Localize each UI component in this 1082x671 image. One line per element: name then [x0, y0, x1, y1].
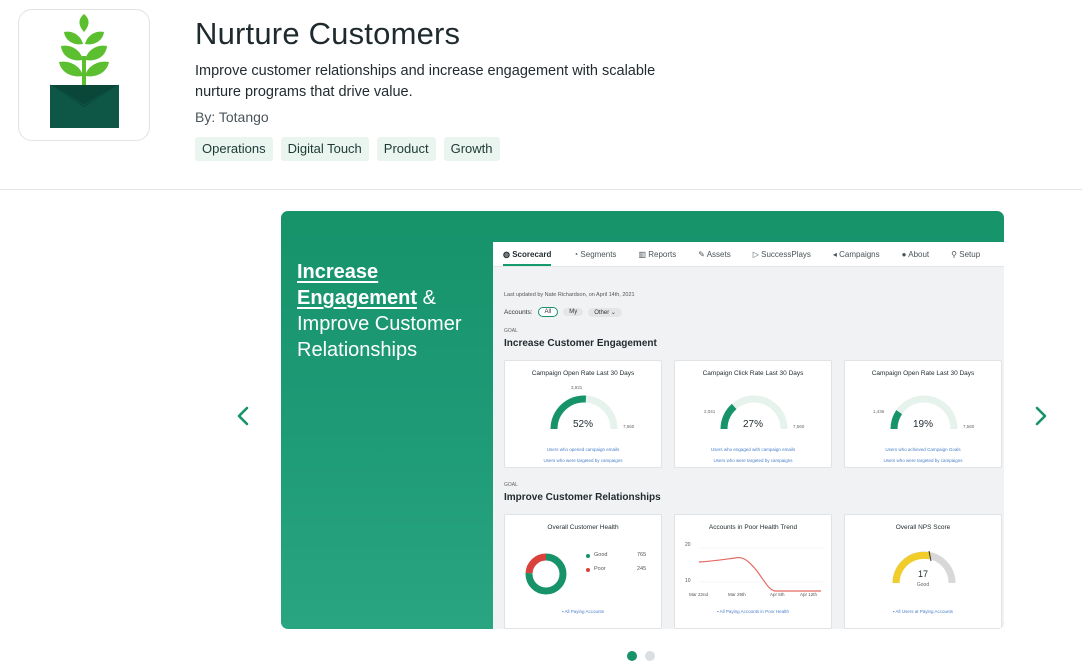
app-title: Nurture Customers [195, 16, 461, 51]
carousel-dot-1[interactable] [627, 651, 637, 661]
carousel-dot-2[interactable] [645, 651, 655, 661]
legend-poor-value: 245 [637, 566, 647, 572]
gauge-percent: 52% [572, 419, 593, 430]
filter-my: My [563, 308, 584, 316]
app-logo [18, 9, 150, 141]
section-title-engagement: Increase Customer Engagement [504, 338, 657, 349]
slide-headline: Increase Engagement & Improve Customer R… [297, 259, 497, 363]
plant-envelope-icon [49, 14, 120, 128]
gauge-link-2: Users who were targeted by campaigns [713, 458, 793, 463]
preview-tab-label: SuccessPlays [761, 250, 811, 259]
legend-good-value: 765 [637, 552, 647, 558]
app-author: By: Totango [195, 109, 269, 125]
preview-tab-segments: ◔ Segments [573, 250, 617, 259]
nps-label: Good [916, 582, 930, 588]
trend-x-label: Apr 5th [770, 592, 785, 597]
headline-improve: Improve Customer Relationships [297, 313, 462, 361]
health-link-text: All Paying Accounts [564, 609, 605, 614]
trend-link-text: All Paying Accounts in Poor Health [719, 609, 789, 614]
gauge-top-value: 1,436 [873, 409, 885, 414]
preview-tab-label: About [908, 250, 930, 259]
preview-tab-campaigns: ◂ Campaigns [832, 250, 880, 259]
nps-value: 17 [917, 569, 928, 579]
gauge-link-2: Users who were targeted by campaigns [543, 458, 623, 463]
gauge-percent: 19% [912, 419, 933, 430]
gauge-card-3: Campaign Open Rate Last 30 Days 1,436 7,… [844, 360, 1002, 468]
app-preview: ◍ Scorecard ◔ Segments ▥ Reports ✎ Asset… [493, 242, 1004, 629]
preview-tab-reports: ▥ Reports [638, 250, 677, 259]
preview-tab-label: Assets [706, 250, 731, 259]
legend-poor-dot [586, 568, 590, 572]
chevron-right-icon [1035, 406, 1047, 426]
filter-other: Other ⌄ [588, 307, 622, 317]
gauge-chart [550, 395, 618, 430]
preview-tab-label: Scorecard [512, 250, 552, 259]
trend-x-label: Mar 29th [728, 592, 746, 597]
tag-growth[interactable]: Growth [443, 137, 500, 161]
tag-product[interactable]: Product [376, 137, 436, 161]
trend-card: Accounts in Poor Health Trend 20 10 Mar … [674, 514, 832, 629]
goal-label-2: GOAL [504, 482, 518, 488]
accounts-filter: Accounts: All My Other ⌄ [504, 307, 622, 317]
gauge-top-value: 3,931 [571, 385, 583, 390]
trend-line [698, 556, 821, 592]
nps-card: Overall NPS Score 17 Good ▪ All Users at… [844, 514, 1002, 629]
gauge-link-1: Users who achieved Campaign Goals [885, 447, 961, 452]
tag-digital-touch[interactable]: Digital Touch [280, 137, 369, 161]
preview-tab-label: Segments [580, 250, 617, 259]
trend-y-top: 20 [685, 542, 691, 548]
trend-x-label: Mar 22nd [689, 592, 709, 597]
legend-good-dot [586, 554, 590, 558]
trend-x-label: Apr 12th [800, 592, 818, 597]
carousel-slide: Increase Engagement & Improve Customer R… [281, 211, 1004, 629]
preview-tab-assets: ✎ Assets [698, 250, 731, 259]
app-description: Improve customer relationships and incre… [195, 63, 656, 100]
gauge-chart [720, 395, 788, 430]
filter-all: All [537, 307, 559, 317]
legend-good-label: Good [594, 552, 608, 558]
preview-tab-bar: ◍ Scorecard ◔ Segments ▥ Reports ✎ Asset… [493, 242, 1004, 267]
accounts-label: Accounts: [504, 308, 533, 316]
legend-poor-label: Poor [594, 566, 606, 572]
preview-tab-scorecard: ◍ Scorecard [503, 242, 552, 266]
section-title-relationships: Improve Customer Relationships [504, 492, 661, 503]
gauge-link-1: Users who opened campaign emails [546, 447, 620, 452]
carousel-prev-button[interactable] [231, 402, 255, 430]
nps-link-text: All Users at Paying Accounts [895, 609, 954, 614]
preview-tab-label: Setup [959, 250, 981, 259]
health-card: Overall Customer Health Good 765 Poor 24… [504, 514, 662, 629]
preview-tab-about: ● About [901, 250, 930, 259]
filter-other-label: Other [594, 309, 610, 316]
headline-engagement: Engagement [297, 287, 418, 309]
nps-link: ▪ All Users at Paying Accounts [892, 609, 954, 614]
gauge-card-2: Campaign Click Rate Last 30 Days 2,041 7… [674, 360, 832, 468]
preview-tab-setup: ⚲ Setup [951, 250, 981, 259]
trend-link: ▪ All Paying Accounts in Poor Health [717, 609, 789, 614]
preview-tab-successplays: ▷ SuccessPlays [752, 250, 811, 259]
gauge-chart [890, 395, 958, 430]
carousel-dots [627, 651, 655, 661]
app-header: Nurture Customers Improve customer relat… [0, 0, 1082, 190]
carousel-next-button[interactable] [1029, 402, 1053, 430]
health-link: ▪ All Paying Accounts [561, 609, 605, 614]
headline-ampersand: & [417, 287, 436, 309]
preview-tab-label: Campaigns [839, 250, 880, 259]
goal-label-1: GOAL [504, 328, 518, 334]
tag-operations[interactable]: Operations [195, 137, 273, 161]
gauge-percent: 27% [742, 419, 763, 430]
trend-y-bottom: 10 [685, 578, 691, 584]
preview-tab-label: Reports [648, 250, 677, 259]
gauge-card-1: Campaign Open Rate Last 30 Days 3,931 7,… [504, 360, 662, 468]
last-updated-text: Last updated by Nate Richardson, on Apri… [504, 292, 635, 298]
headline-increase: Increase [297, 261, 379, 283]
gauge-link-2: Users who were targeted by campaigns [883, 458, 963, 463]
gauge-top-value: 2,041 [704, 409, 716, 414]
chevron-left-icon [237, 406, 249, 426]
gauge-link-1: Users who engaged with campaign emails [710, 447, 796, 452]
tag-list: Operations Digital Touch Product Growth [195, 137, 500, 161]
